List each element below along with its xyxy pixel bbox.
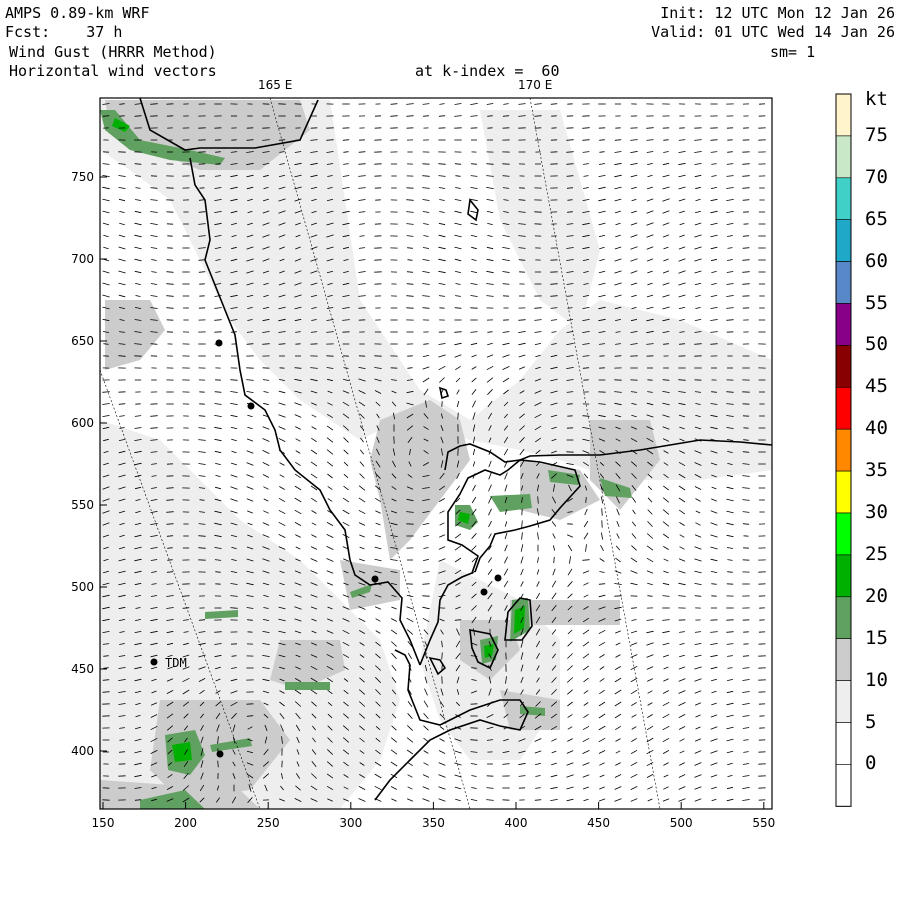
colorbar-segment: [835, 345, 852, 388]
station-marker: [247, 402, 255, 410]
y-tick-label: 550: [71, 498, 94, 512]
colorbar: [835, 93, 852, 807]
colorbar-label: 35: [865, 459, 888, 482]
colorbar-label: 10: [865, 668, 888, 691]
x-tick-label: 550: [752, 816, 775, 830]
station-marker: [494, 574, 502, 582]
colorbar-segment: [835, 638, 852, 681]
y-tick-label: 750: [71, 170, 94, 184]
station-marker-tdm: [150, 658, 158, 666]
colorbar-unit: kt: [865, 88, 888, 110]
station-marker: [215, 339, 223, 347]
y-tick-label: 650: [71, 334, 94, 348]
colorbar-label: 15: [865, 626, 888, 649]
colorbar-segment: [835, 470, 852, 514]
colorbar-label: 50: [865, 333, 888, 356]
colorbar-label: 5: [865, 710, 877, 733]
colorbar-label: 75: [865, 123, 888, 146]
colorbar-segment: [835, 261, 852, 304]
x-tick-label: 500: [670, 816, 693, 830]
x-tick-label: 300: [339, 816, 362, 830]
colorbar-label: 30: [865, 501, 888, 523]
x-tick-label: 350: [422, 816, 445, 830]
colorbar-segment: [835, 428, 852, 472]
colorbar-segment: [835, 386, 852, 430]
y-tick-label: 700: [71, 252, 94, 266]
colorbar-segment: [835, 93, 852, 137]
colorbar-label: 0: [865, 752, 877, 775]
y-tick-label: 600: [71, 416, 94, 430]
x-tick-label: 200: [174, 816, 197, 830]
colorbar-segment: [835, 219, 852, 262]
colorbar-label: 55: [865, 291, 888, 314]
colorbar-label: 45: [865, 375, 888, 398]
station-marker: [216, 750, 224, 758]
colorbar-segment: [835, 512, 852, 556]
colorbar-segment: [835, 554, 852, 598]
station-label-tdm: TDM: [165, 656, 187, 670]
colorbar-segment: [835, 764, 852, 807]
y-tick-label: 400: [71, 744, 94, 758]
x-tick-label: 150: [92, 816, 115, 830]
lon-label-170e: 170 E: [518, 78, 552, 92]
x-tick-label: 250: [257, 816, 280, 830]
colorbar-label: 40: [865, 417, 888, 440]
colorbar-segment: [835, 722, 852, 765]
lon-label-165e: 165 E: [258, 78, 292, 92]
x-tick-label: 400: [505, 816, 528, 830]
colorbar-segment: [835, 303, 852, 346]
y-tick-label: 500: [71, 580, 94, 594]
colorbar-segment: [835, 177, 852, 221]
colorbar-label: 60: [865, 249, 888, 272]
colorbar-label: 70: [865, 165, 888, 188]
station-marker: [371, 575, 379, 583]
wind-map: TDM 150 200 250 300 350 400 450 500 550 750 700 650…: [71, 78, 852, 830]
x-tick-label: 450: [587, 816, 610, 830]
y-tick-label: 450: [71, 662, 94, 676]
colorbar-segment: [835, 596, 852, 639]
colorbar-segment: [835, 680, 852, 723]
colorbar-segment: [835, 135, 852, 179]
station-marker: [480, 588, 488, 596]
colorbar-label: 65: [865, 207, 888, 230]
colorbar-label: 20: [865, 584, 888, 607]
colorbar-label: 25: [865, 542, 888, 565]
